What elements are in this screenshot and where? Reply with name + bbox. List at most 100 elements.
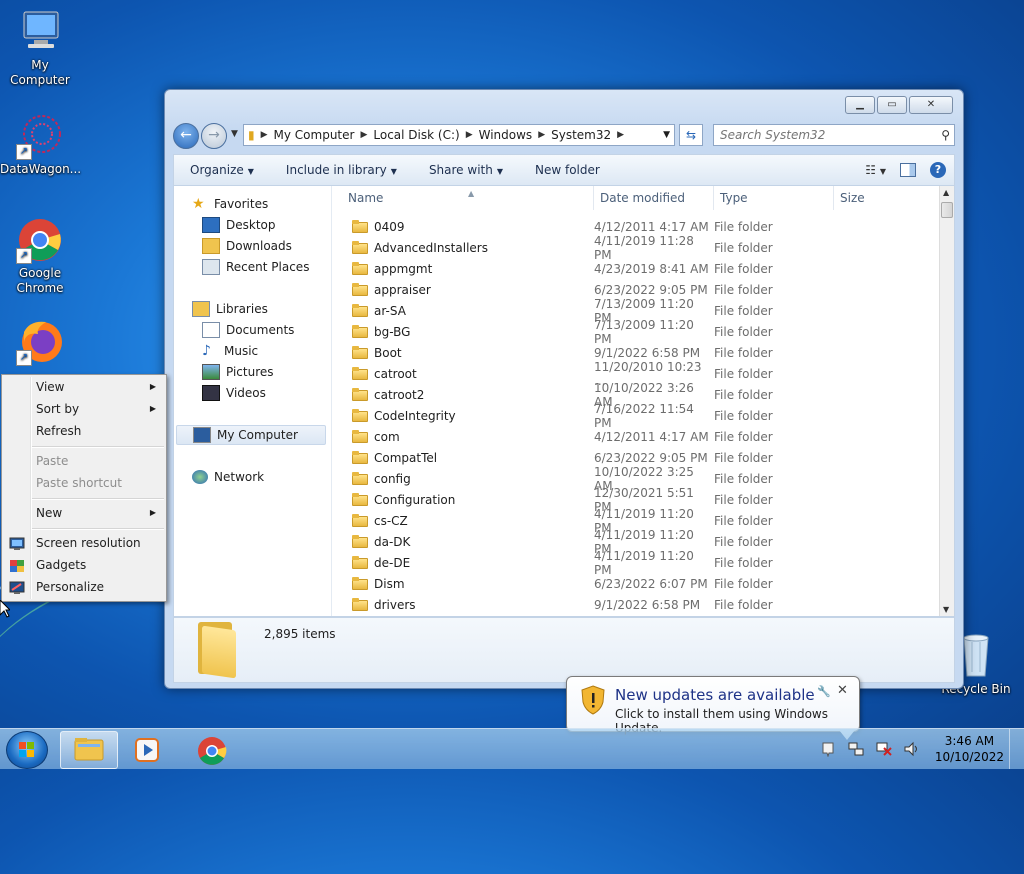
breadcrumb-system32[interactable]: System32 [547, 128, 615, 142]
minimize-button[interactable]: ▁ [845, 96, 875, 114]
file-name-cell[interactable]: de-DE [332, 556, 594, 570]
column-header-size[interactable]: Size [834, 186, 914, 210]
column-header-type[interactable]: Type [714, 186, 834, 210]
new-folder-button[interactable]: New folder [519, 163, 616, 177]
nav-recent-places[interactable]: Recent Places [202, 257, 309, 277]
column-header-date[interactable]: Date modified [594, 186, 714, 210]
table-row[interactable]: bg-BG 7/13/2009 11:20 PM File folder [332, 318, 940, 346]
file-name-cell[interactable]: appmgmt [332, 262, 594, 276]
show-desktop-button[interactable] [1009, 729, 1024, 769]
desktop-icon-firefox[interactable]: ↗ [0, 318, 80, 368]
scroll-down-icon[interactable]: ▼ [943, 605, 949, 614]
options-wrench-icon[interactable]: 🔧 [817, 685, 831, 698]
taskbar-chrome-button[interactable] [184, 731, 240, 767]
volume-icon[interactable] [903, 741, 921, 757]
menu-item-view[interactable]: View ▶ [4, 376, 164, 398]
maximize-button[interactable]: ▭ [877, 96, 907, 114]
table-row[interactable]: drivers 9/1/2022 6:58 PM File folder [332, 594, 940, 615]
nav-downloads[interactable]: Downloads [202, 236, 292, 256]
search-input[interactable] [714, 127, 932, 143]
file-name-cell[interactable]: CodeIntegrity [332, 409, 594, 423]
file-name-cell[interactable]: da-DK [332, 535, 594, 549]
menu-item-new[interactable]: New ▶ [4, 502, 164, 524]
file-name-cell[interactable]: catroot2 [332, 388, 594, 402]
share-with-button[interactable]: Share with ▼ [413, 163, 519, 177]
file-name-cell[interactable]: AdvancedInstallers [332, 241, 594, 255]
file-name-cell[interactable]: CompatTel [332, 451, 594, 465]
table-row[interactable]: appmgmt 4/23/2019 8:41 AM File folder [332, 258, 940, 279]
breadcrumb-separator[interactable]: ▶ [358, 130, 369, 140]
search-box[interactable]: ⚲ [713, 124, 955, 146]
scroll-up-icon[interactable]: ▲ [943, 188, 949, 197]
taskbar-media-player-button[interactable] [120, 731, 176, 767]
flag-alert-icon[interactable] [875, 741, 893, 757]
file-name-cell[interactable]: appraiser [332, 283, 594, 297]
menu-item-personalize[interactable]: Personalize [4, 576, 164, 598]
network-icon[interactable] [847, 741, 865, 757]
menu-item-gadgets[interactable]: Gadgets [4, 554, 164, 576]
close-button[interactable]: ✕ [909, 96, 953, 114]
desktop-icon-datawagon[interactable]: ↗ DataWagon... [0, 112, 81, 177]
update-notification-balloon[interactable]: New updates are available Click to insta… [566, 676, 860, 740]
nav-my-computer[interactable]: My Computer [176, 425, 326, 445]
table-row[interactable]: CodeIntegrity 7/16/2022 11:54 PM File fold… [332, 402, 940, 430]
close-icon[interactable]: ✕ [837, 683, 848, 698]
forward-button[interactable]: → [201, 123, 227, 149]
file-name-cell[interactable]: 0409 [332, 220, 594, 234]
back-button[interactable]: ← [173, 123, 199, 149]
clock[interactable]: 3:46 AM 10/10/2022 [935, 733, 1004, 765]
breadcrumb-windows[interactable]: Windows [475, 128, 537, 142]
start-button[interactable] [6, 731, 48, 769]
menu-item-screen-resolution[interactable]: Screen resolution [4, 532, 164, 554]
address-dropdown-icon[interactable]: ▼ [659, 130, 674, 140]
taskbar-explorer-button[interactable] [60, 731, 118, 769]
table-row[interactable]: de-DE 4/11/2019 11:20 PM File folder [332, 549, 940, 577]
recent-places-icon [202, 259, 220, 275]
file-name-cell[interactable]: cs-CZ [332, 514, 594, 528]
file-name-cell[interactable]: bg-BG [332, 325, 594, 339]
file-name-cell[interactable]: Dism [332, 577, 594, 591]
nav-music[interactable]: ♪ Music [202, 341, 258, 361]
nav-desktop[interactable]: Desktop [202, 215, 276, 235]
nav-documents[interactable]: Documents [202, 320, 294, 340]
nav-network[interactable]: Network [192, 467, 264, 487]
menu-item-sort-by[interactable]: Sort by ▶ [4, 398, 164, 420]
breadcrumb-separator[interactable]: ▶ [259, 130, 270, 140]
file-name-cell[interactable]: com [332, 430, 594, 444]
file-name-cell[interactable]: Configuration [332, 493, 594, 507]
file-name-cell[interactable]: Boot [332, 346, 594, 360]
breadcrumb-local-disk[interactable]: Local Disk (C:) [369, 128, 463, 142]
action-center-icon[interactable] [819, 741, 837, 757]
file-name-cell[interactable]: config [332, 472, 594, 486]
file-name-cell[interactable]: catroot [332, 367, 594, 381]
refresh-button[interactable]: ⇆ [679, 124, 703, 146]
breadcrumb-separator[interactable]: ▶ [615, 130, 626, 140]
table-row[interactable]: AdvancedInstallers 4/11/2019 11:28 PM File… [332, 234, 940, 262]
vertical-scrollbar[interactable]: ▲ ▼ [939, 186, 954, 616]
file-name-cell[interactable]: ar-SA [332, 304, 594, 318]
organize-button[interactable]: Organize ▼ [174, 163, 270, 177]
breadcrumb-separator[interactable]: ▶ [464, 130, 475, 140]
nav-favorites[interactable]: ★ Favorites [192, 194, 268, 214]
nav-libraries[interactable]: Libraries [192, 299, 268, 319]
breadcrumb-separator[interactable]: ▶ [536, 130, 547, 140]
desktop-icon-my-computer[interactable]: My Computer [0, 8, 80, 88]
file-name-cell[interactable]: drivers [332, 598, 594, 612]
breadcrumb-my-computer[interactable]: My Computer [270, 128, 359, 142]
include-in-library-button[interactable]: Include in library ▼ [270, 163, 413, 177]
column-header-name[interactable]: ▲ Name [332, 186, 594, 210]
help-icon[interactable]: ? [930, 162, 946, 178]
preview-pane-icon[interactable] [900, 163, 916, 177]
recent-pages-dropdown[interactable]: ▼ [231, 129, 238, 139]
nav-pictures[interactable]: Pictures [202, 362, 274, 382]
table-row[interactable]: com 4/12/2011 4:17 AM File folder [332, 426, 940, 447]
desktop-icon-google-chrome[interactable]: ↗ Google Chrome [0, 216, 80, 296]
address-bar[interactable]: ▮ ▶ My Computer ▶ Local Disk (C:) ▶ Wind… [243, 124, 675, 146]
explorer-window[interactable]: ▁ ▭ ✕ ← → ▼ ▮ ▶ My Computer ▶ Local Disk… [164, 89, 964, 689]
view-options-icon[interactable]: ☷ ▼ [865, 163, 886, 177]
scrollbar-thumb[interactable] [941, 202, 953, 218]
table-row[interactable]: Dism 6/23/2022 6:07 PM File folder [332, 573, 940, 594]
menu-item-refresh[interactable]: Refresh [4, 420, 164, 442]
search-icon[interactable]: ⚲ [941, 128, 954, 142]
nav-videos[interactable]: Videos [202, 383, 266, 403]
